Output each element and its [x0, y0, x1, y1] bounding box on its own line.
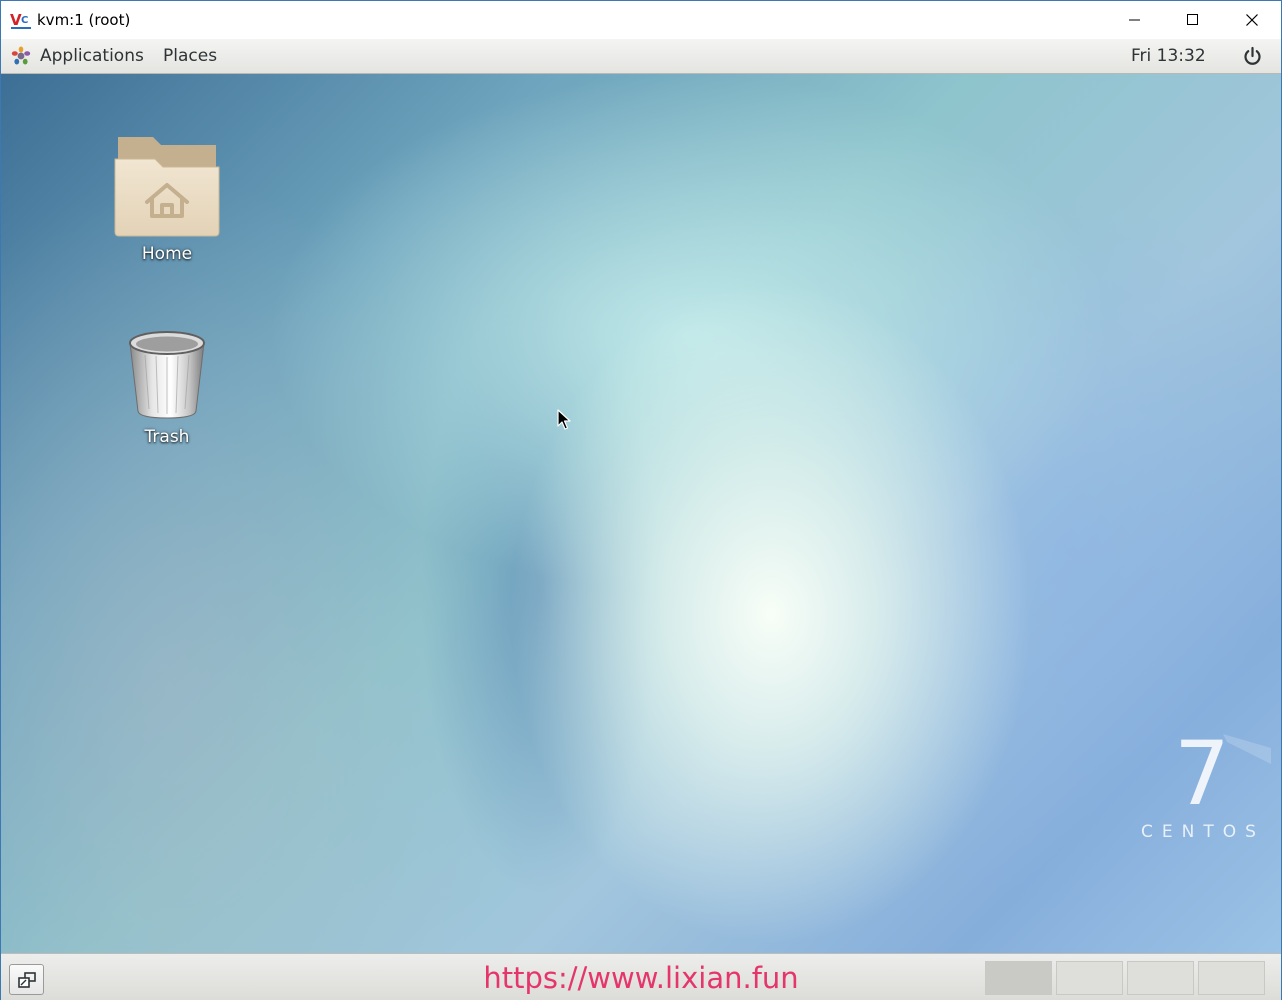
- close-icon: [1246, 14, 1258, 26]
- centos-wordmark: CENTOS: [1141, 822, 1265, 842]
- mouse-pointer-icon: [557, 409, 571, 430]
- minimize-button[interactable]: [1106, 1, 1164, 39]
- gnome-top-panel: Applications Places Fri 13:32: [1, 39, 1281, 74]
- workspace-2[interactable]: [1056, 961, 1123, 995]
- centos-seven-text: 7: [1174, 730, 1225, 808]
- window-title: kvm:1 (root): [37, 11, 131, 29]
- show-desktop-icon: [17, 971, 36, 988]
- workspace-4[interactable]: [1198, 961, 1265, 995]
- desktop-icon-label: Home: [141, 244, 193, 264]
- panel-clock[interactable]: Fri 13:32: [1131, 39, 1206, 73]
- places-menu[interactable]: Places: [163, 39, 217, 73]
- workspace-3[interactable]: [1127, 961, 1194, 995]
- power-icon[interactable]: [1242, 46, 1263, 67]
- home-folder-icon: [114, 137, 220, 237]
- show-desktop-button[interactable]: [9, 964, 44, 995]
- workspace-1[interactable]: [985, 961, 1052, 995]
- vnc-viewer-logo-icon: V C: [10, 10, 32, 30]
- desktop-icon-home[interactable]: Home: [102, 132, 232, 264]
- minimize-icon: [1129, 19, 1140, 21]
- window-titlebar[interactable]: V C kvm:1 (root): [1, 1, 1281, 39]
- bottom-panel: https://www.lixian.fun: [1, 953, 1281, 1000]
- clock-text: Fri 13:32: [1131, 46, 1206, 66]
- vnc-viewer-window: V C kvm:1 (root) Applications Places Fri…: [0, 0, 1282, 1000]
- maximize-button[interactable]: [1164, 1, 1222, 39]
- desktop-icon-trash[interactable]: Trash: [102, 327, 232, 447]
- centos-seven-mark: 7: [1174, 730, 1225, 808]
- watermark-text: https://www.lixian.fun: [483, 960, 799, 995]
- trash-icon: [129, 331, 205, 419]
- desktop-icon-label: Trash: [144, 427, 190, 447]
- applications-menu[interactable]: Applications: [11, 39, 144, 73]
- maximize-icon: [1187, 14, 1198, 25]
- close-button[interactable]: [1223, 1, 1281, 39]
- desktop-area[interactable]: Home Trash 7 CENTOS: [1, 74, 1281, 953]
- svg-text:C: C: [21, 15, 28, 26]
- applications-label: Applications: [40, 46, 144, 66]
- places-label: Places: [163, 46, 218, 66]
- gnome-foot-icon: [11, 46, 31, 65]
